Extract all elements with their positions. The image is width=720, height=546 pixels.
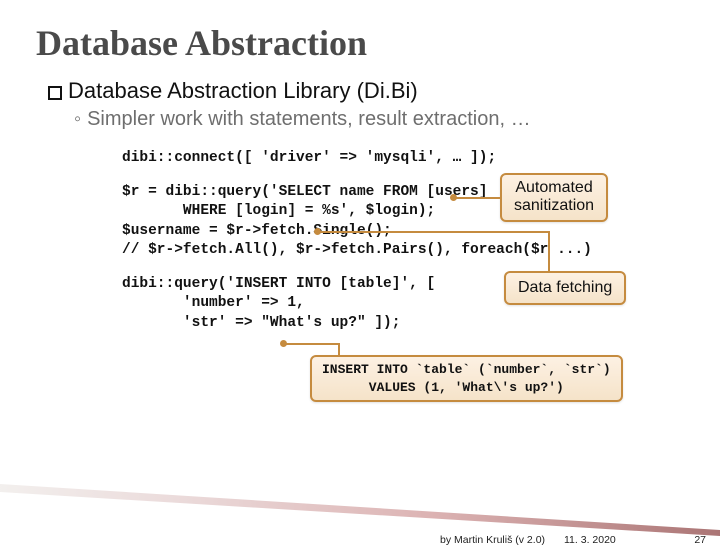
slide-body: Database Abstraction Library (Di.Bi) ◦ S… xyxy=(0,64,720,334)
code-line: dibi::connect([ 'driver' => 'mysqli', … … xyxy=(122,149,684,169)
connector-line xyxy=(338,343,340,357)
decorative-wedge xyxy=(0,480,720,540)
footer-page-number: 27 xyxy=(694,534,706,546)
connector-line xyxy=(318,231,550,233)
sub-bullet-row: ◦ Simpler work with statements, result e… xyxy=(48,108,684,131)
circle-bullet-icon: ◦ xyxy=(74,108,81,131)
bullet-text: Database Abstraction Library (Di.Bi) xyxy=(68,78,418,104)
callout-sanitization: Automated sanitization xyxy=(500,173,608,222)
connector-dot-icon xyxy=(314,228,321,235)
square-bullet-icon xyxy=(48,86,62,100)
footer-author: by Martin Kruliš (v 2.0) xyxy=(440,534,545,546)
bullet-row: Database Abstraction Library (Di.Bi) xyxy=(48,78,684,104)
code-line: // $r->fetch.All(), $r->fetch.Pairs(), f… xyxy=(122,241,684,261)
callout-sql-output: INSERT INTO `table` (`number`, `str`) VA… xyxy=(310,355,623,402)
footer-date: 11. 3. 2020 xyxy=(564,534,616,546)
connector-line xyxy=(454,197,500,199)
slide-title: Database Abstraction xyxy=(0,0,720,64)
connector-line xyxy=(284,343,340,345)
code-line: 'str' => "What's up?" ]); xyxy=(122,314,684,334)
connector-dot-icon xyxy=(450,194,457,201)
connector-line xyxy=(548,231,550,271)
sub-bullet-text: Simpler work with statements, result ext… xyxy=(87,108,530,131)
code-block: dibi::connect([ 'driver' => 'mysqli', … … xyxy=(48,131,684,334)
connector-dot-icon xyxy=(280,340,287,347)
callout-data-fetching: Data fetching xyxy=(504,271,626,305)
